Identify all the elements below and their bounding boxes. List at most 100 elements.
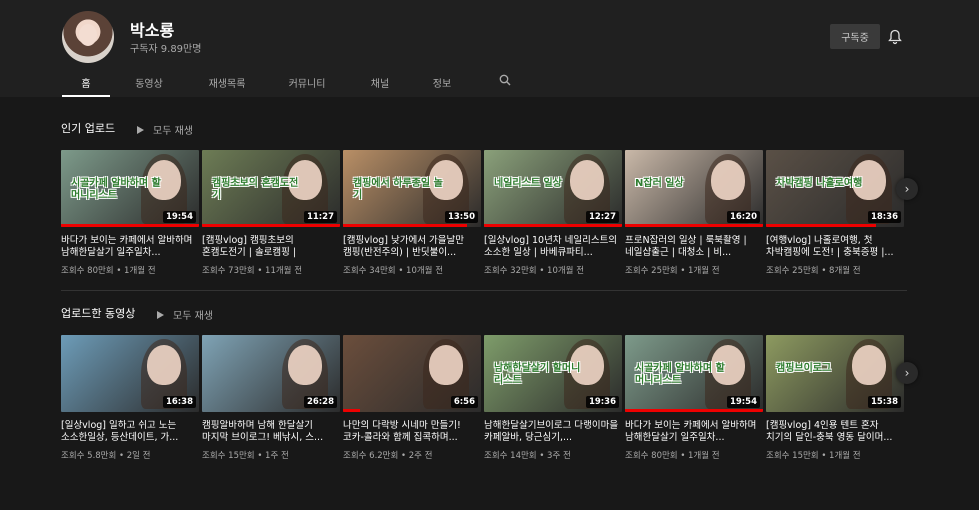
- video-duration: 15:38: [867, 396, 901, 408]
- video-meta: 조회수 25만회 • 8개월 전: [766, 266, 861, 276]
- video-meta: 조회수 34만회 • 10개월 전: [343, 266, 444, 276]
- channel-name: 박소룡: [130, 21, 175, 40]
- video-duration: 19:36: [585, 396, 619, 408]
- channel-header: 박소룡 구독자 9.89만명 구독중 홈 동영상 재생목록 커뮤니티 채널 정보: [0, 0, 979, 97]
- watch-progress-bar: [343, 409, 360, 412]
- video-meta: 조회수 80만회 • 1개월 전: [625, 451, 720, 461]
- watch-progress-bar: [484, 224, 622, 227]
- video-title[interactable]: 캠핑알바하며 남해 한달살기 마지막 브이로그! 베낚시, 스...: [202, 420, 340, 444]
- video-title[interactable]: [캠핑vlog] 캠핑초보의 혼캠도전기 | 솔로캠핑 | 브이로그...: [202, 235, 340, 259]
- tab-videos[interactable]: 동영상: [110, 68, 188, 97]
- bell-icon[interactable]: [888, 29, 902, 45]
- next-arrow-popular[interactable]: ›: [896, 178, 918, 200]
- video-card[interactable]: 네일리스트 일상 12:27 [일상vlog] 10년차 네일리스트의 소소한 …: [484, 150, 622, 276]
- video-card[interactable]: 시골카페 알바하며 할머니리스트 19:54 바다가 보이는 카페에서 알바하며…: [625, 335, 763, 461]
- thumbnail-face: [429, 345, 463, 385]
- watch-progress-bar: [625, 409, 763, 412]
- video-meta: 조회수 15만회 • 1주 전: [202, 451, 289, 461]
- tab-home[interactable]: 홈: [62, 68, 110, 97]
- video-card[interactable]: 26:28 캠핑알바하며 남해 한달살기 마지막 브이로그! 베낚시, 스...…: [202, 335, 340, 461]
- video-thumbnail[interactable]: 네일리스트 일상 12:27: [484, 150, 622, 227]
- video-meta: 조회수 6.2만회 • 2주 전: [343, 451, 433, 461]
- watch-progress-bar: [343, 224, 468, 227]
- play-all-popular[interactable]: 모두 재생: [137, 122, 193, 137]
- video-thumbnail[interactable]: 시골카페 알바하며 할머니리스트 19:54: [61, 150, 199, 227]
- watch-progress-bar: [625, 224, 763, 227]
- video-title[interactable]: 남해한달살기브이로그 다랭이마을 카페알바, 당근심기,...: [484, 420, 622, 444]
- video-meta: 조회수 15만회 • 1개월 전: [766, 451, 861, 461]
- video-thumbnail[interactable]: 6:56: [343, 335, 481, 412]
- video-title[interactable]: [캠핑vlog] 낮가에서 가을날만 캠핑(반전주의) | 반딧불이...: [343, 235, 481, 259]
- video-thumbnail[interactable]: 캠핑초보의 혼캠도전기 11:27: [202, 150, 340, 227]
- uploaded-videos-row: 16:38 [일상vlog] 일하고 쉬고 노는 소소한일상, 등산데이트, 가…: [61, 335, 906, 465]
- video-title[interactable]: 바다가 보이는 카페에서 알바하며 남해한달살기 일주일차...: [61, 235, 199, 259]
- video-duration: 16:38: [162, 396, 196, 408]
- thumbnail-caption: 남해한달살기 할머니리스트: [494, 363, 581, 386]
- video-thumbnail[interactable]: 캠핑에서 하루종일 놀기 13:50: [343, 150, 481, 227]
- thumbnail-face: [711, 160, 745, 200]
- thumbnail-caption: N잡러 일상: [635, 178, 684, 189]
- video-card[interactable]: 캠핑초보의 혼캠도전기 11:27 [캠핑vlog] 캠핑초보의 혼캠도전기 |…: [202, 150, 340, 276]
- watch-progress-bar: [61, 224, 199, 227]
- video-card[interactable]: 캠핑브이로그 15:38 [캠핑vlog] 4인용 텐트 혼자 치기의 달인-충…: [766, 335, 904, 461]
- tab-community[interactable]: 커뮤니티: [266, 68, 348, 97]
- video-duration: 18:36: [867, 211, 901, 223]
- video-title[interactable]: [여행vlog] 나홀로여행, 첫 차박캠핑에 도전! | 충북증평 |...: [766, 235, 904, 259]
- video-thumbnail[interactable]: 차박캠핑 나홀로여행 18:36: [766, 150, 904, 227]
- video-duration: 19:54: [726, 396, 760, 408]
- thumbnail-caption: 네일리스트 일상: [494, 178, 562, 189]
- video-card[interactable]: 차박캠핑 나홀로여행 18:36 [여행vlog] 나홀로여행, 첫 차박캠핑에…: [766, 150, 904, 276]
- video-title[interactable]: 바다가 보이는 카페에서 알바하며 남해한달살기 일주일차...: [625, 420, 763, 444]
- video-meta: 조회수 73만회 • 11개월 전: [202, 266, 303, 276]
- thumbnail-face: [147, 345, 181, 385]
- thumbnail-face: [852, 345, 886, 385]
- video-card[interactable]: 남해한달살기 할머니리스트 19:36 남해한달살기브이로그 다랭이마을 카페알…: [484, 335, 622, 461]
- channel-tabs: 홈 동영상 재생목록 커뮤니티 채널 정보: [62, 68, 472, 97]
- watch-progress-bar: [766, 224, 877, 227]
- video-meta: 조회수 25만회 • 1개월 전: [625, 266, 720, 276]
- video-duration: 11:27: [303, 211, 337, 223]
- tab-about[interactable]: 정보: [412, 68, 472, 97]
- section-divider: [61, 290, 907, 291]
- video-thumbnail[interactable]: 16:38: [61, 335, 199, 412]
- video-title[interactable]: 프로N잡러의 일상 | 룩북촬영 | 네일샵출근 | 대청소 | 비...: [625, 235, 763, 259]
- video-card[interactable]: 16:38 [일상vlog] 일하고 쉬고 노는 소소한일상, 등산데이트, 가…: [61, 335, 199, 461]
- video-meta: 조회수 14만회 • 3주 전: [484, 451, 571, 461]
- video-title[interactable]: [캠핑vlog] 4인용 텐트 혼자 치기의 달인-충북 영동 달이머...: [766, 420, 904, 444]
- thumbnail-caption: 캠핑초보의 혼캠도전기: [212, 178, 299, 201]
- play-all-uploads[interactable]: 모두 재생: [157, 307, 213, 322]
- chevron-right-icon: ›: [904, 366, 910, 380]
- video-duration: 19:54: [162, 211, 196, 223]
- video-thumbnail[interactable]: 캠핑브이로그 15:38: [766, 335, 904, 412]
- thumbnail-caption: 캠핑에서 하루종일 놀기: [353, 178, 443, 201]
- thumbnail-caption: 시골카페 알바하며 할머니리스트: [71, 178, 161, 201]
- video-meta: 조회수 5.8만회 • 2일 전: [61, 451, 151, 461]
- video-title[interactable]: [일상vlog] 10년차 네일리스트의 소소한 일상 | 바베큐파티...: [484, 235, 622, 259]
- video-duration: 26:28: [303, 396, 337, 408]
- watch-progress-bar: [202, 224, 340, 227]
- tab-channels[interactable]: 채널: [348, 68, 412, 97]
- video-duration: 6:56: [450, 396, 478, 408]
- video-title[interactable]: 나만의 다락방 시네마 만들기! 코카-콜라와 함께 집콕하며...: [343, 420, 481, 444]
- thumbnail-caption: 시골카페 알바하며 할머니리스트: [635, 363, 725, 386]
- video-card[interactable]: N잡러 일상 16:20 프로N잡러의 일상 | 룩북촬영 | 네일샵출근 | …: [625, 150, 763, 276]
- popular-videos-row: 시골카페 알바하며 할머니리스트 19:54 바다가 보이는 카페에서 알바하며…: [61, 150, 906, 280]
- video-card[interactable]: 캠핑에서 하루종일 놀기 13:50 [캠핑vlog] 낮가에서 가을날만 캠핑…: [343, 150, 481, 276]
- video-card[interactable]: 6:56 나만의 다락방 시네마 만들기! 코카-콜라와 함께 집콕하며... …: [343, 335, 481, 461]
- video-thumbnail[interactable]: N잡러 일상 16:20: [625, 150, 763, 227]
- search-icon[interactable]: [499, 74, 511, 86]
- chevron-right-icon: ›: [904, 182, 910, 196]
- video-thumbnail[interactable]: 시골카페 알바하며 할머니리스트 19:54: [625, 335, 763, 412]
- video-title[interactable]: [일상vlog] 일하고 쉬고 노는 소소한일상, 등산데이트, 가...: [61, 420, 199, 444]
- subscribe-button[interactable]: 구독중: [830, 24, 880, 49]
- video-card[interactable]: 시골카페 알바하며 할머니리스트 19:54 바다가 보이는 카페에서 알바하며…: [61, 150, 199, 276]
- thumbnail-caption: 차박캠핑 나홀로여행: [776, 178, 863, 189]
- video-thumbnail[interactable]: 26:28: [202, 335, 340, 412]
- channel-avatar[interactable]: [62, 11, 114, 63]
- thumbnail-caption: 캠핑브이로그: [776, 363, 832, 374]
- video-thumbnail[interactable]: 남해한달살기 할머니리스트 19:36: [484, 335, 622, 412]
- tab-playlists[interactable]: 재생목록: [188, 68, 266, 97]
- next-arrow-uploads[interactable]: ›: [896, 362, 918, 384]
- thumbnail-face: [288, 345, 322, 385]
- video-duration: 12:27: [585, 211, 619, 223]
